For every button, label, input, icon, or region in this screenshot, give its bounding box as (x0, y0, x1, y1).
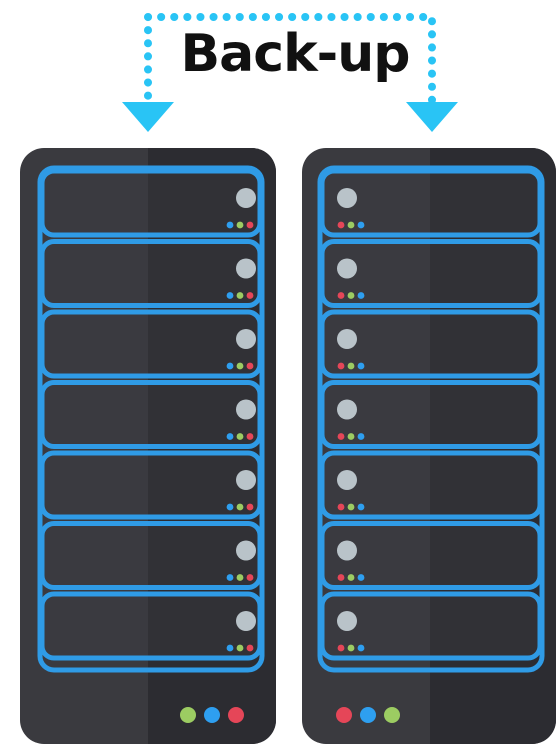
drive-led-red (246, 433, 254, 440)
drive-led-blue (357, 644, 365, 652)
drive-led-red (337, 292, 345, 299)
drive-status-light (337, 258, 357, 279)
drive-led-green (347, 292, 355, 299)
drive-bay (319, 450, 543, 520)
drive-led-blue (226, 644, 234, 652)
drive-bay (39, 521, 263, 590)
drive-bay (39, 450, 263, 520)
rack-footer-led-red (228, 707, 244, 723)
drive-bay (319, 239, 543, 308)
drive-status-light (236, 258, 256, 279)
drive-led-blue (226, 433, 234, 440)
drive-bay (319, 309, 543, 379)
drive-bay (39, 239, 263, 308)
drive-led-green (347, 503, 355, 511)
drive-led-red (337, 362, 345, 370)
drive-led-green (236, 362, 244, 370)
drive-led-red (337, 433, 345, 440)
rack-footer-led-blue (204, 707, 220, 723)
drive-bay (319, 380, 543, 449)
drive-led-blue (226, 221, 234, 229)
drive-bay (319, 168, 543, 238)
drive-led-green (236, 433, 244, 440)
drive-led-red (246, 362, 254, 370)
rack-footer-led-blue (360, 707, 376, 723)
drive-bay (319, 521, 543, 590)
drive-led-green (347, 644, 355, 652)
drive-led-blue (357, 433, 365, 440)
drive-bay (39, 591, 263, 661)
drive-led-blue (357, 503, 365, 511)
drive-status-light (236, 188, 256, 208)
drive-led-green (236, 574, 244, 581)
drive-status-light (236, 540, 256, 561)
drive-bay (39, 168, 263, 238)
drive-status-light (236, 470, 256, 490)
drive-status-light (337, 188, 357, 208)
drive-led-red (246, 221, 254, 229)
drive-led-blue (226, 574, 234, 581)
drive-status-light (337, 470, 357, 490)
drive-led-red (246, 292, 254, 299)
drive-led-blue (357, 292, 365, 299)
drive-led-red (337, 221, 345, 229)
drive-led-red (337, 644, 345, 652)
server-racks (20, 148, 556, 744)
drive-led-green (236, 644, 244, 652)
drive-led-green (347, 433, 355, 440)
drive-status-light (337, 540, 357, 561)
drive-bay (39, 309, 263, 379)
drive-status-light (236, 399, 256, 420)
drive-bay (319, 591, 543, 661)
drive-bay (39, 380, 263, 449)
arrow-down-left-icon (122, 102, 174, 132)
drive-led-red (246, 503, 254, 511)
drive-led-blue (357, 574, 365, 581)
drive-led-blue (357, 221, 365, 229)
drive-status-light (337, 329, 357, 349)
server-rack-right (302, 148, 556, 744)
drive-led-blue (226, 292, 234, 299)
backup-diagram (20, 13, 556, 744)
drive-status-light (236, 329, 256, 349)
drive-led-red (246, 574, 254, 581)
drive-led-red (337, 574, 345, 581)
drive-status-light (337, 611, 357, 631)
drive-status-light (337, 399, 357, 420)
rack-footer-led-green (384, 707, 400, 723)
drive-led-blue (226, 362, 234, 370)
drive-led-green (347, 362, 355, 370)
drive-status-light (236, 611, 256, 631)
rack-footer-led-red (336, 707, 352, 723)
diagram-title: Back-up (180, 24, 411, 84)
drive-led-red (246, 644, 254, 652)
server-rack-left (20, 148, 276, 744)
drive-led-blue (226, 503, 234, 511)
rack-footer-led-green (180, 707, 196, 723)
drive-led-green (236, 503, 244, 511)
drive-led-green (236, 292, 244, 299)
drive-led-green (347, 574, 355, 581)
arrow-down-right-icon (406, 102, 458, 132)
drive-led-red (337, 503, 345, 511)
drive-led-green (236, 221, 244, 229)
drive-led-blue (357, 362, 365, 370)
drive-led-green (347, 221, 355, 229)
